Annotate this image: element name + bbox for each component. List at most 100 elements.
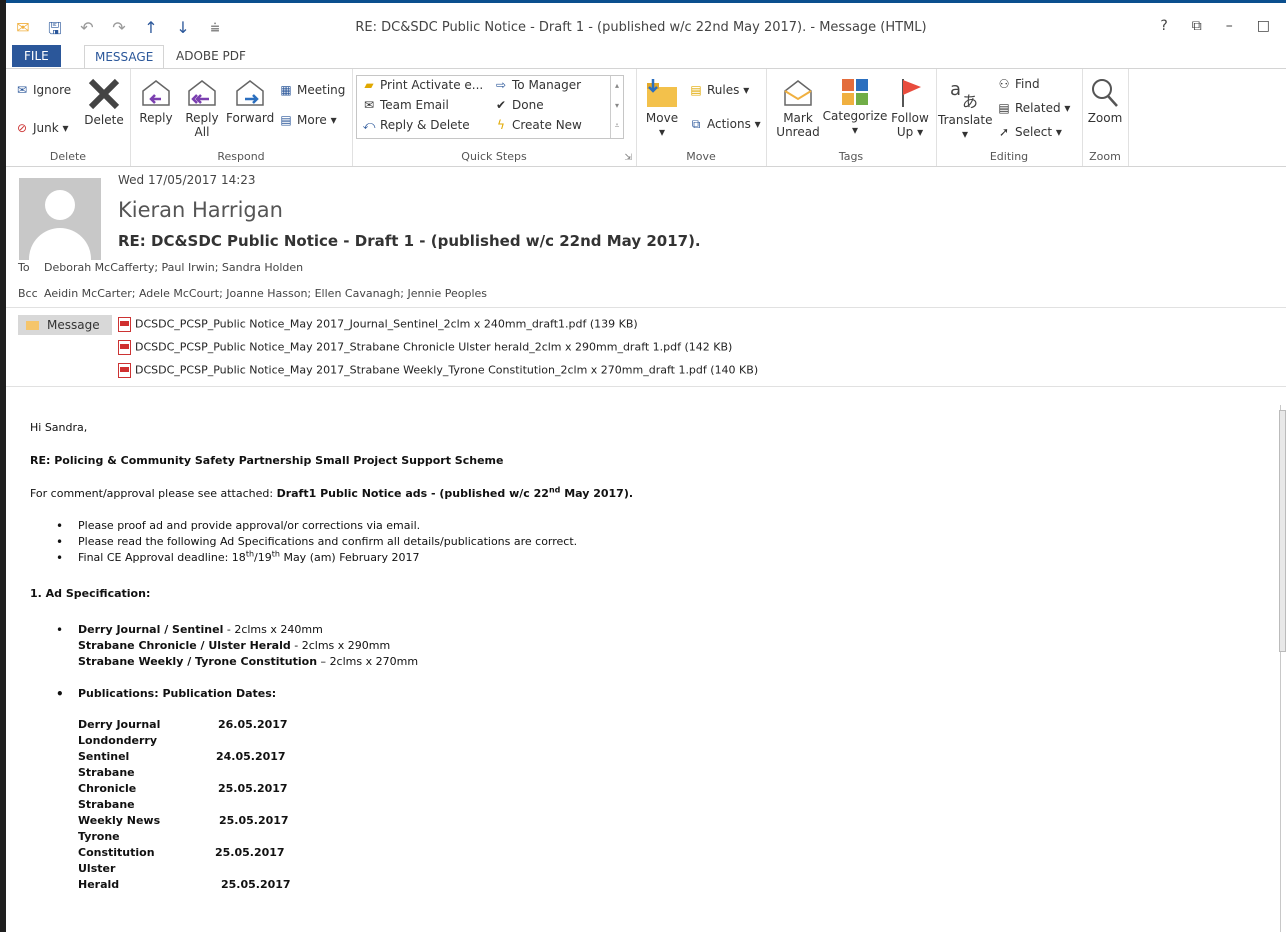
sender-name[interactable]: Kieran Harrigan: [118, 198, 283, 222]
group-label-delete: Delete: [49, 150, 87, 163]
group-label-respond: Respond: [217, 150, 265, 163]
ignore-icon: ✉: [16, 83, 28, 97]
bullet-item: Final CE Approval deadline: 18th/19th Ma…: [56, 550, 419, 566]
spec-heading: 1. Ad Specification:: [30, 587, 151, 600]
find-button[interactable]: ⚇ Find: [996, 77, 1040, 91]
attachment-3[interactable]: DCSDC_PCSP_Public Notice_May 2017_Straba…: [118, 363, 758, 378]
envelope-icon: [26, 321, 39, 330]
actions-icon: ⧉: [691, 117, 701, 131]
tab-file[interactable]: FILE: [12, 45, 61, 67]
mark-unread-button[interactable]: Mark Unread: [776, 77, 820, 139]
mark-unread-icon: [784, 80, 812, 106]
lightning-icon: ϟ: [497, 118, 505, 132]
select-cursor-icon: ➚: [998, 125, 1010, 139]
reply-button[interactable]: Reply: [136, 77, 176, 125]
quickstep-to-manager[interactable]: ⇨ To Manager: [493, 78, 581, 92]
more-respond-button[interactable]: ▤ More ▾: [278, 113, 336, 127]
to-recipients[interactable]: Deborah McCafferty; Paul Irwin; Sandra H…: [44, 261, 303, 274]
ignore-button[interactable]: ✉ Ignore: [14, 83, 71, 97]
quick-steps-dialog-launcher-icon[interactable]: ⇲: [624, 153, 632, 163]
pub-date: 24.05.2017: [216, 750, 286, 763]
meeting-button[interactable]: ▦ Meeting: [278, 83, 345, 97]
pdf-icon: [118, 340, 131, 355]
rules-button[interactable]: ▤ Rules ▾: [688, 83, 749, 97]
group-editing: aあ Translate ▾ ⚇ Find ▤ Related ▾ ➚ Select ▾…: [936, 69, 1083, 166]
binoculars-icon: ⚇: [998, 77, 1010, 91]
quickstep-done[interactable]: ✔ Done: [493, 98, 544, 112]
quickstep-reply-delete[interactable]: ⤺ Reply & Delete: [361, 118, 470, 133]
move-button[interactable]: Move ▾: [642, 77, 682, 139]
bcc-line: Bcc Aeidin McCarter; Adele McCourt; Joann…: [18, 287, 487, 300]
bullet-item: Please proof ad and provide approval/or …: [56, 518, 420, 534]
window-title: RE: DC&SDC Public Notice - Draft 1 - (pu…: [355, 20, 927, 35]
scrollbar-thumb[interactable]: [1279, 410, 1286, 652]
quick-steps-scroll[interactable]: ▴ ▾ ⩡: [610, 76, 623, 138]
group-label-zoom: Zoom: [1089, 150, 1121, 163]
tab-message[interactable]: MESSAGE: [84, 45, 165, 69]
ribbon-tabs: FILE MESSAGE ADOBE PDF: [6, 44, 1286, 69]
quickstep-create-new[interactable]: ϟ Create New: [493, 118, 582, 132]
pub-date: 25.05.2017: [218, 782, 288, 795]
pub-name: Chronicle: [78, 782, 137, 795]
group-zoom: Zoom Zoom: [1082, 69, 1129, 166]
group-respond: Reply Reply All Forward ▦ Meeting ▤ More ▾…: [130, 69, 353, 166]
group-label-tags: Tags: [838, 150, 864, 163]
quickstep-print-activate[interactable]: ▰ Print Activate e...: [361, 78, 483, 92]
tab-adobe-pdf[interactable]: ADOBE PDF: [166, 45, 256, 67]
translate-button[interactable]: aあ Translate ▾: [938, 77, 993, 141]
junk-button[interactable]: ⊘ Junk ▾: [14, 121, 69, 135]
minimize-button[interactable]: –: [1226, 18, 1233, 34]
reply-all-button[interactable]: Reply All: [182, 77, 222, 139]
group-tags: Mark Unread Categorize ▾ Follow Up ▾ Tags: [766, 69, 937, 166]
categorize-icon: [842, 79, 868, 105]
ribbon: ✉ Ignore ⊘ Junk ▾ Delete Delete Reply Repl…: [6, 68, 1286, 167]
flag-icon: [902, 79, 921, 107]
magnifier-icon: [1092, 79, 1118, 107]
pub-name: Herald: [78, 878, 120, 891]
group-quick-steps: ▰ Print Activate e... ✉ Team Email ⤺ Reply …: [352, 69, 637, 166]
group-label-move: Move: [686, 150, 716, 163]
group-move: Move ▾ ▤ Rules ▾ ⧉ Actions ▾ Move: [636, 69, 767, 166]
categorize-button[interactable]: Categorize ▾: [822, 77, 888, 137]
pub-name: Derry Journal: [78, 718, 161, 731]
greeting: Hi Sandra,: [30, 421, 88, 434]
pub-name: Sentinel: [78, 750, 130, 763]
junk-icon: ⊘: [16, 121, 28, 135]
related-button[interactable]: ▤ Related ▾: [996, 101, 1070, 115]
pub-name: Tyrone: [78, 830, 120, 843]
sender-avatar: [19, 178, 101, 260]
pub-name: Strabane: [78, 798, 135, 811]
pub-date: 25.05.2017: [219, 814, 289, 827]
bcc-recipients[interactable]: Aeidin McCarter; Adele McCourt; Joanne H…: [44, 287, 487, 300]
ribbon-display-options-button[interactable]: ⧉: [1192, 18, 1202, 34]
bullet-item: Please read the following Ad Specificati…: [56, 534, 577, 550]
group-label-quick-steps: Quick Steps: [461, 150, 527, 163]
attachments-divider: [6, 386, 1286, 387]
folder-icon: ▰: [364, 78, 374, 92]
help-button[interactable]: ?: [1160, 18, 1167, 34]
pub-date: 25.05.2017: [221, 878, 291, 891]
zoom-button[interactable]: Zoom: [1084, 77, 1126, 125]
window-top-border: [0, 0, 1286, 7]
spec-item: Derry Journal / Sentinel - 2clms x 240mm: [56, 622, 323, 638]
to-label: To: [18, 261, 30, 274]
pub-date: 25.05.2017: [215, 846, 285, 859]
quickstep-team-email[interactable]: ✉ Team Email: [361, 98, 449, 112]
pub-name: Constitution: [78, 846, 155, 859]
follow-up-button[interactable]: Follow Up ▾: [888, 77, 932, 139]
spec-item: Strabane Weekly / Tyrone Constitution – …: [78, 655, 419, 668]
message-tab[interactable]: Message: [18, 315, 112, 335]
bcc-label: Bcc: [18, 287, 38, 300]
pub-name: Londonderry: [78, 734, 158, 747]
maximize-button[interactable]: □: [1257, 18, 1270, 34]
select-button[interactable]: ➚ Select ▾: [996, 125, 1062, 139]
delete-button[interactable]: Delete: [82, 77, 126, 127]
spec-item: Strabane Chronicle / Ulster Herald - 2cl…: [78, 639, 391, 652]
attachment-1[interactable]: DCSDC_PCSP_Public Notice_May 2017_Journa…: [118, 317, 638, 332]
actions-button[interactable]: ⧉ Actions ▾: [688, 117, 761, 132]
forward-button[interactable]: Forward: [226, 77, 274, 125]
pub-date: 26.05.2017: [218, 718, 288, 731]
attachment-2[interactable]: DCSDC_PCSP_Public Notice_May 2017_Straba…: [118, 340, 732, 355]
forward-icon: [236, 80, 264, 106]
more-icon: ▤: [280, 113, 292, 127]
